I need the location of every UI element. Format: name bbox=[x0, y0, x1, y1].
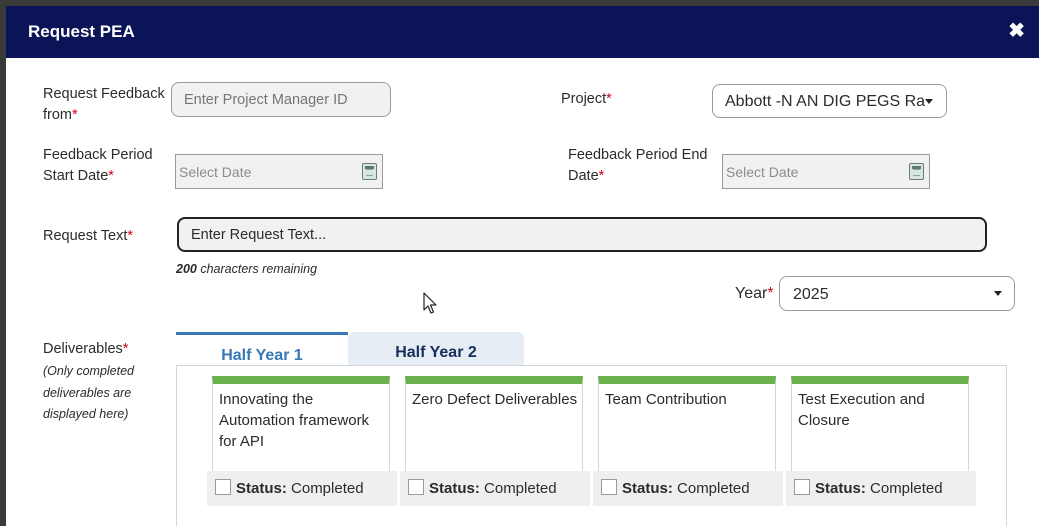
deliverable-title: Innovating the Automation framework for … bbox=[219, 391, 370, 450]
deliverable-card[interactable]: Team Contribution bbox=[598, 376, 776, 472]
status-label: Status: bbox=[815, 480, 866, 497]
end-date-label-text: Feedback Period End Date bbox=[568, 147, 708, 184]
status-value: Completed bbox=[870, 480, 943, 497]
deliverable-status: Status: Completed bbox=[786, 471, 976, 506]
calendar-icon[interactable] bbox=[909, 163, 924, 180]
required-marker: * bbox=[606, 91, 612, 107]
calendar-icon[interactable] bbox=[362, 163, 377, 180]
project-select[interactable]: Abbott -N AN DIG PEGS Ra bbox=[712, 84, 947, 118]
deliverables-note: (Only completed deliverables are display… bbox=[43, 364, 135, 421]
characters-remaining-count: 200 bbox=[176, 262, 197, 276]
modal-title: Request PEA bbox=[28, 22, 135, 41]
deliverable-status: Status: Completed bbox=[593, 471, 783, 506]
deliverables-label-text: Deliverables bbox=[43, 341, 123, 357]
deliverable-title: Zero Defect Deliverables bbox=[412, 391, 578, 408]
start-date-label: Feedback Period Start Date* bbox=[43, 145, 173, 187]
deliverable-title: Test Execution and Closure bbox=[798, 391, 925, 429]
status-label: Status: bbox=[622, 480, 673, 497]
year-label-text: Year bbox=[735, 285, 768, 302]
deliverable-card[interactable]: Zero Defect Deliverables bbox=[405, 376, 583, 472]
end-date-label: Feedback Period End Date* bbox=[568, 145, 718, 187]
project-label: Project* bbox=[561, 89, 612, 110]
tab-half-year-2[interactable]: Half Year 2 bbox=[348, 332, 524, 368]
deliverable-status: Status: Completed bbox=[400, 471, 590, 506]
required-marker: * bbox=[122, 341, 129, 357]
deliverable-checkbox[interactable] bbox=[215, 479, 231, 495]
status-label: Status: bbox=[236, 480, 287, 497]
required-marker: * bbox=[767, 285, 774, 302]
status-value: Completed bbox=[484, 480, 557, 497]
project-selected-value: Abbott -N AN DIG PEGS Ra bbox=[725, 93, 926, 110]
chevron-down-icon bbox=[994, 291, 1002, 296]
chevron-down-icon bbox=[925, 99, 933, 104]
project-manager-id-input[interactable] bbox=[171, 82, 391, 117]
characters-remaining: 200 characters remaining bbox=[176, 262, 317, 276]
characters-remaining-text: characters remaining bbox=[200, 262, 318, 276]
year-selected-value: 2025 bbox=[793, 286, 829, 303]
close-icon[interactable]: ✖ bbox=[1008, 18, 1025, 43]
request-from-label: Request Feedback from* bbox=[43, 84, 173, 126]
year-select[interactable]: 2025 bbox=[779, 276, 1015, 311]
end-date-input[interactable] bbox=[722, 154, 930, 189]
deliverable-status: Status: Completed bbox=[207, 471, 397, 506]
required-marker: * bbox=[72, 107, 78, 123]
start-date-label-text: Feedback Period Start Date bbox=[43, 147, 153, 184]
deliverable-checkbox[interactable] bbox=[408, 479, 424, 495]
request-text-input[interactable] bbox=[177, 217, 987, 252]
deliverable-title: Team Contribution bbox=[605, 391, 727, 408]
request-pea-modal: Request PEA ✖ Request Feedback from* Pro… bbox=[6, 6, 1039, 526]
deliverable-card[interactable]: Innovating the Automation framework for … bbox=[212, 376, 390, 472]
deliverable-checkbox[interactable] bbox=[794, 479, 810, 495]
required-marker: * bbox=[127, 228, 134, 244]
request-text-label: Request Text* bbox=[43, 226, 133, 247]
required-marker: * bbox=[108, 168, 114, 184]
status-value: Completed bbox=[677, 480, 750, 497]
tab-half-year-1[interactable]: Half Year 1 bbox=[176, 332, 348, 368]
status-value: Completed bbox=[291, 480, 364, 497]
request-from-label-text: Request Feedback from bbox=[43, 86, 165, 123]
request-text-label-text: Request Text bbox=[43, 228, 128, 244]
start-date-input[interactable] bbox=[175, 154, 383, 189]
modal-header: Request PEA ✖ bbox=[6, 6, 1039, 58]
required-marker: * bbox=[598, 168, 605, 184]
deliverable-checkbox[interactable] bbox=[601, 479, 617, 495]
status-label: Status: bbox=[429, 480, 480, 497]
deliverables-label: Deliverables* bbox=[43, 339, 128, 360]
year-label: Year* bbox=[735, 283, 774, 304]
mouse-pointer-icon bbox=[423, 292, 437, 314]
deliverable-card[interactable]: Test Execution and Closure bbox=[791, 376, 969, 472]
project-label-text: Project bbox=[561, 91, 607, 107]
